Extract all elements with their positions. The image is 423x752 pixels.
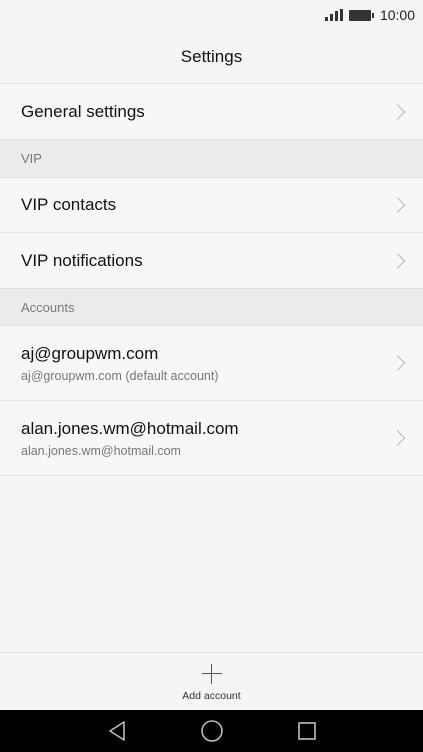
vip-notifications-item[interactable]: VIP notifications — [0, 233, 423, 289]
vip-contacts-label: VIP contacts — [21, 195, 117, 214]
status-bar: 10:00 — [0, 0, 423, 30]
section-label-accounts: Accounts — [21, 299, 75, 315]
page-title: Settings — [180, 46, 243, 66]
account-item-hotmail[interactable]: alan.jones.wm@hotmail.com alan.jones.wm@… — [0, 401, 423, 476]
section-header-vip: VIP — [0, 140, 423, 178]
vip-contacts-item[interactable]: VIP contacts — [0, 178, 423, 233]
general-settings-item[interactable]: General settings — [0, 85, 423, 140]
section-header-accounts: Accounts — [0, 289, 423, 326]
title-bar: Settings — [0, 30, 423, 84]
account-subtitle: alan.jones.wm@hotmail.com — [21, 443, 181, 458]
add-account-button[interactable]: Add account — [0, 652, 423, 710]
home-icon[interactable] — [200, 719, 224, 743]
section-label-vip: VIP — [21, 151, 42, 166]
vip-notifications-label: VIP notifications — [21, 250, 143, 270]
back-icon[interactable] — [106, 720, 128, 742]
account-title: aj@groupwm.com — [21, 343, 159, 363]
recents-icon[interactable] — [297, 721, 317, 741]
account-title: alan.jones.wm@hotmail.com — [21, 418, 239, 438]
account-item-groupwm[interactable]: aj@groupwm.com aj@groupwm.com (default a… — [0, 326, 423, 401]
general-settings-label: General settings — [21, 102, 145, 121]
signal-icon — [324, 9, 343, 21]
account-subtitle: aj@groupwm.com (default account) — [21, 368, 219, 383]
battery-icon — [348, 9, 374, 21]
navigation-bar — [0, 710, 423, 752]
plus-icon — [201, 663, 222, 684]
add-account-label: Add account — [182, 689, 241, 702]
status-time: 10:00 — [379, 7, 415, 23]
